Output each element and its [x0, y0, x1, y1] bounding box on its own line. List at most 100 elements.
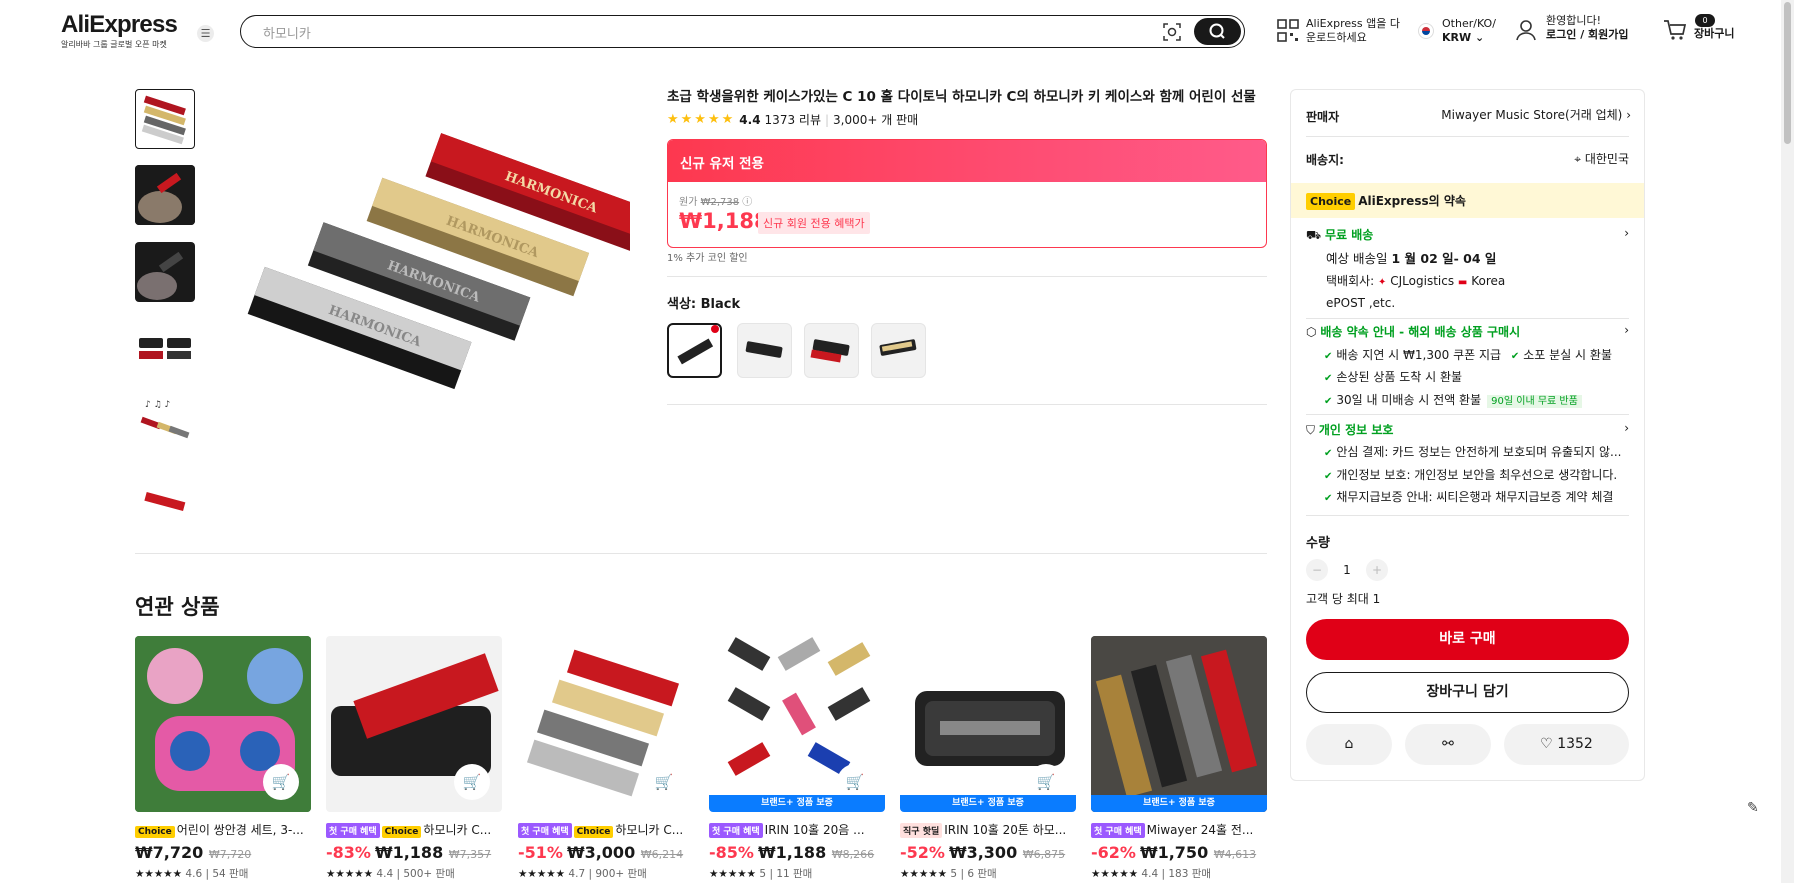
qr-code-icon: [1277, 19, 1299, 42]
brand-guarantee-badge: 브랜드+ 정품 보증: [709, 795, 885, 812]
sale-price: ₩1,188: [679, 209, 769, 233]
related-product-card[interactable]: 브랜드+ 정품 보증 첫 구매 혜택 Miwayer 24홀 전... -62% ₩…: [1091, 636, 1267, 881]
product-title: 첫 구매 혜택 IRIN 10홀 20음 ...: [709, 821, 885, 838]
product-image[interactable]: 🛒: [518, 636, 694, 812]
product-rating: ★★★★★ 4.6 | 54 판매: [135, 868, 249, 880]
seller-link[interactable]: Miwayer Music Store(거래 업체) ›: [1431, 106, 1631, 123]
edit-icon[interactable]: ✎: [1747, 800, 1759, 816]
product-price: -83% ₩1,188 ₩7,357: [326, 843, 492, 862]
promise-item: ✔ 손상된 상품 도착 시 환불: [1324, 370, 1463, 384]
login-link[interactable]: 로그인 / 회원가입: [1546, 28, 1629, 42]
info-icon[interactable]: ⓘ: [742, 197, 752, 208]
buy-now-button[interactable]: 바로 구매: [1306, 619, 1629, 660]
add-to-cart-button[interactable]: 장바구니 담기: [1306, 672, 1629, 713]
product-title: 첫 구매 혜택 Choice 하모니카 C...: [326, 821, 502, 838]
korea-flag-icon: [1418, 23, 1434, 39]
quantity-stepper: − 1 +: [1306, 559, 1388, 581]
aliexpress-logo[interactable]: AliExpress 알리바바 그룹 글로벌 오픈 마켓: [61, 11, 178, 50]
gold-harmonica-swatch-image: [879, 339, 917, 356]
menu-icon[interactable]: ☰: [197, 25, 214, 42]
scrollbar[interactable]: [1781, 0, 1794, 883]
add-cart-icon[interactable]: 🛒: [263, 764, 299, 800]
carrier-row: 택배회사: ✦ CJLogistics ▬ Korea ePOST ,etc.: [1326, 274, 1506, 310]
search-input[interactable]: 하모니카: [263, 23, 311, 42]
color-swatch-black[interactable]: [667, 323, 722, 378]
coin-discount: 1% 추가 코인 할인: [667, 253, 748, 264]
related-product-card[interactable]: 🛒 브랜드+ 정품 보증 직구 핫딜 IRIN 10홀 20톤 하모... -52…: [900, 636, 1076, 881]
thumbnail-4[interactable]: [135, 318, 195, 378]
related-product-card[interactable]: 🛒 첫 구매 혜택 Choice 하모니카 C... -83% ₩1,188 ₩7,3…: [326, 636, 502, 881]
ship-to-country[interactable]: ⌖ 대한민국: [1491, 150, 1629, 167]
quantity-value[interactable]: 1: [1340, 563, 1354, 577]
account-menu[interactable]: 환영합니다! 로그인 / 회원가입: [1515, 14, 1629, 42]
sold-count: 3,000+ 개 판매: [833, 113, 919, 127]
new-member-tag: 신규 회원 전용 혜택가: [758, 212, 870, 234]
choice-badge: Choice: [1306, 193, 1356, 210]
plus-button[interactable]: +: [1366, 559, 1388, 581]
brand-guarantee-badge: 브랜드+ 정품 보증: [1091, 795, 1267, 812]
cart-button[interactable]: 0 장바구니: [1663, 14, 1734, 41]
thumbnail-1[interactable]: [135, 89, 195, 149]
app-download-line1: AliExpress 앱을 다: [1306, 17, 1400, 30]
product-image[interactable]: 🛒 브랜드+ 정품 보증: [709, 636, 885, 812]
product-title: Choice 어린이 쌍안경 세트, 3-...: [135, 821, 311, 838]
store-button[interactable]: ⌂: [1306, 724, 1392, 765]
new-user-banner: 신규 유저 전용: [668, 140, 1266, 182]
heart-icon: ♡: [1540, 736, 1553, 752]
product-price: ₩7,720 ₩7,720: [135, 843, 252, 862]
product-rating: ★★★★★ 5 | 6 판매: [900, 868, 997, 880]
color-swatch-case[interactable]: [737, 323, 792, 378]
delivery-promise-row[interactable]: ⬡ 배송 약속 안내 - 해외 배송 상품 구매시 ›: [1306, 323, 1629, 340]
cart-label: 장바구니: [1694, 27, 1735, 40]
check-icon: ✔: [1324, 351, 1333, 362]
search-bar[interactable]: 하모니카: [240, 15, 1245, 48]
related-product-card[interactable]: 🛒 Choice 어린이 쌍안경 세트, 3-... ₩7,720 ₩7,720 …: [135, 636, 311, 881]
cart-icon: [1664, 20, 1687, 40]
review-count[interactable]: 1373 리뷰: [765, 111, 821, 128]
add-cart-icon[interactable]: 🛒: [646, 764, 682, 800]
location-pin-icon: ⌖: [1574, 152, 1581, 166]
harmonica-case-swatch-image: [745, 341, 783, 358]
scrollbar-thumb[interactable]: [1784, 2, 1791, 144]
choice-promise-band: Choice AliExpress의 약속: [1291, 183, 1644, 218]
search-button[interactable]: [1194, 18, 1241, 45]
harmonica-dark-image: [135, 242, 195, 302]
divider: [667, 404, 1267, 405]
thumbnail-2[interactable]: [135, 165, 195, 225]
thumbnail-5[interactable]: ♪ ♫ ♪: [135, 395, 195, 455]
product-image[interactable]: 브랜드+ 정품 보증: [1091, 636, 1267, 812]
thumbnail-6[interactable]: [135, 471, 195, 531]
share-button[interactable]: ⚯: [1405, 724, 1491, 765]
product-image[interactable]: 🛒 브랜드+ 정품 보증: [900, 636, 1076, 812]
free-shipping-row[interactable]: ⛟ 무료 배송 ›: [1306, 226, 1629, 244]
related-product-card[interactable]: 🛒 첫 구매 혜택 Choice 하모니카 C... -51% ₩3,000 ₩6,2…: [518, 636, 694, 881]
privacy-row[interactable]: ⛉ 개인 정보 보호 ›: [1306, 421, 1629, 438]
add-cart-icon[interactable]: 🛒: [454, 764, 490, 800]
related-product-card[interactable]: 🛒 브랜드+ 정품 보증 첫 구매 혜택 IRIN 10홀 20음 ... -85…: [709, 636, 885, 881]
box-icon: ⬡: [1306, 325, 1317, 339]
color-label: 색상: Black: [667, 297, 741, 312]
product-price: -62% ₩1,750 ₩4,613: [1091, 843, 1257, 862]
thumbnail-3[interactable]: [135, 242, 195, 302]
region-selector[interactable]: Other/KO/ KRW ⌄: [1418, 17, 1496, 45]
app-download[interactable]: AliExpress 앱을 다 운로드하세요: [1277, 17, 1400, 45]
free-return-badge: 90일 이내 무료 반품: [1487, 395, 1582, 408]
color-swatch-red[interactable]: [804, 323, 859, 378]
check-icon: ✔: [1324, 396, 1333, 407]
svg-text:♪ ♫ ♪: ♪ ♫ ♪: [145, 400, 170, 410]
minus-button[interactable]: −: [1306, 559, 1328, 581]
brand-guarantee-badge: 브랜드+ 정품 보증: [900, 795, 1076, 812]
product-image[interactable]: 🛒: [135, 636, 311, 812]
divider: [1306, 414, 1629, 415]
product-rating: ★★★★★ 4.4 | 183 판매: [1091, 868, 1212, 880]
main-product-image[interactable]: HARMONICA HARMONICA HARMONICA HARMONICA: [230, 130, 630, 490]
color-swatch-gold[interactable]: [871, 323, 926, 378]
app-download-line2: 운로드하세요: [1306, 31, 1367, 44]
product-title: 초급 학생을위한 케이스가있는 C 10 홀 다이토닉 하모니카 C의 하모니카…: [667, 89, 1256, 105]
image-search-icon[interactable]: [1161, 21, 1183, 43]
currency-label: KRW ⌄: [1442, 31, 1485, 44]
product-image[interactable]: 🛒: [326, 636, 502, 812]
share-icon: ⚯: [1442, 736, 1454, 752]
wishlist-button[interactable]: ♡ 1352: [1504, 724, 1629, 765]
rating-row: ★★★★★ 4.4 1373 리뷰 | 3,000+ 개 판매: [667, 111, 918, 128]
